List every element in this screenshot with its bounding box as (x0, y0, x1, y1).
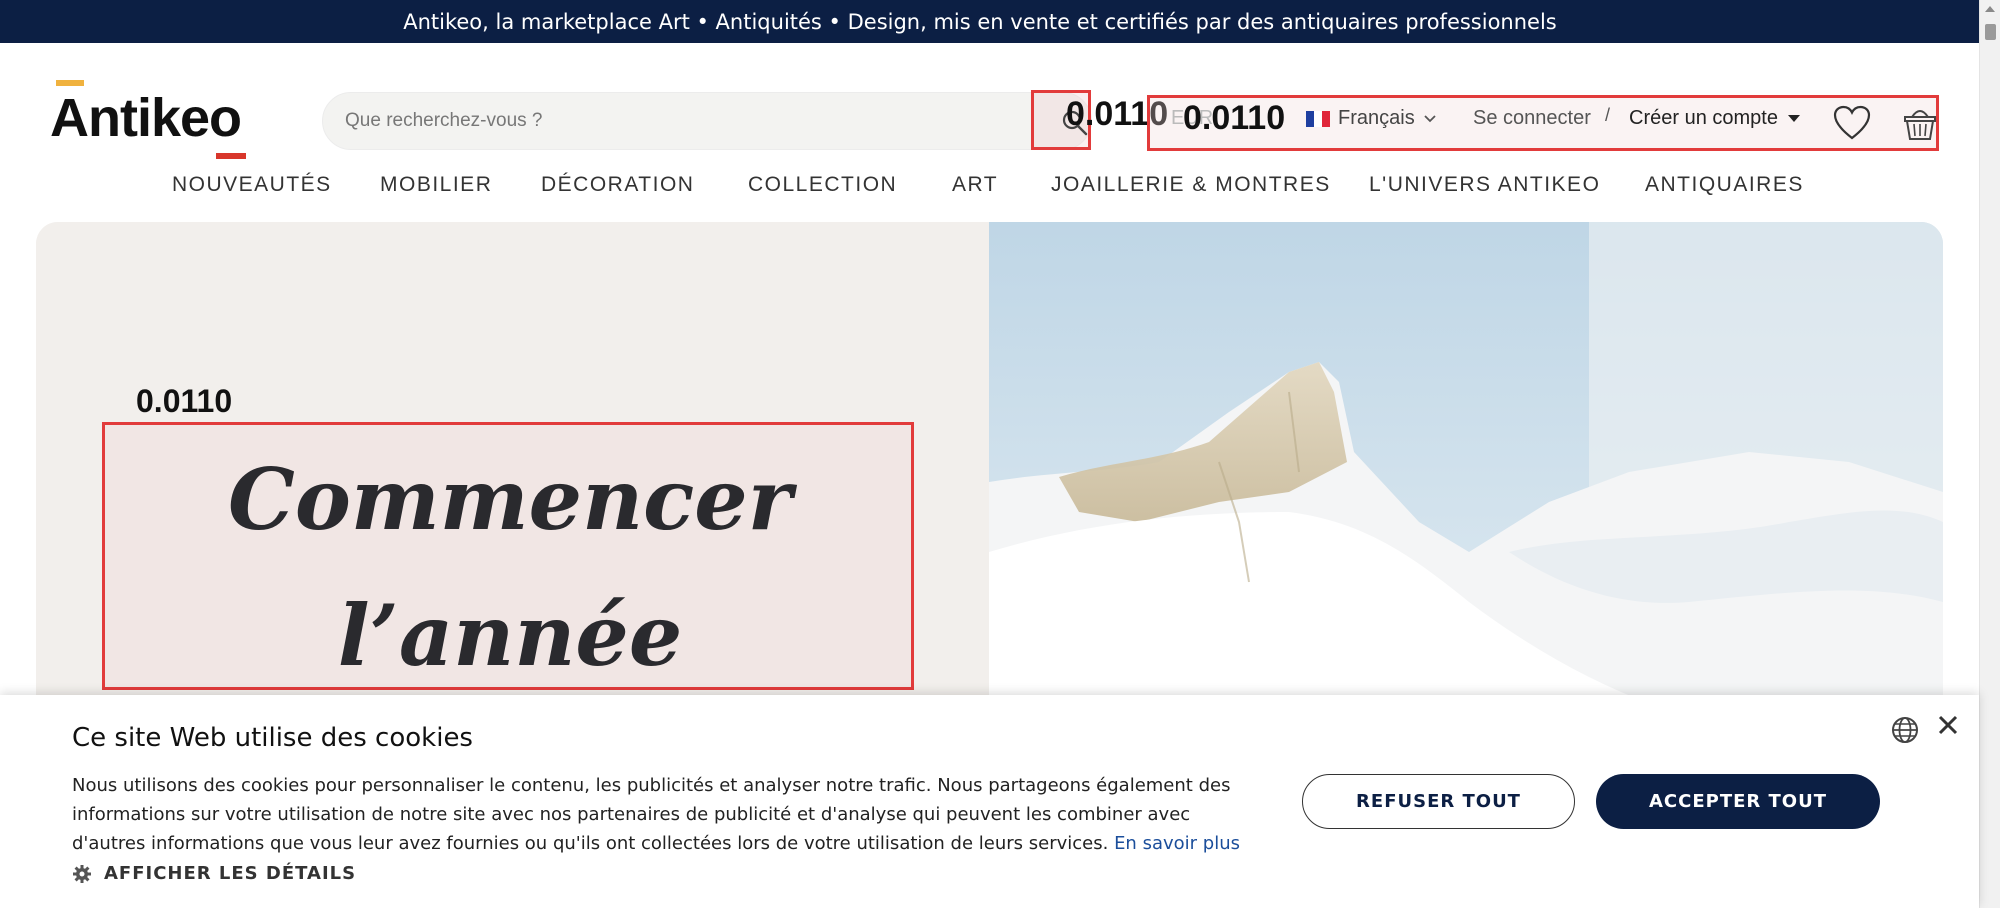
hero-banner[interactable]: Commencer l’année autrement (36, 222, 1943, 762)
cookie-consent-banner: Ce site Web utilise des cookies Nous uti… (0, 695, 1979, 908)
chevron-down-icon (1424, 114, 1436, 122)
gear-icon (73, 864, 91, 883)
hero-mountain-painting (989, 222, 1943, 762)
logo-accent-red (216, 153, 246, 159)
language-label: Français (1338, 107, 1415, 129)
nav-item-joaillerie-montres[interactable]: JOAILLERIE & MONTRES (1051, 173, 1331, 197)
nav-item-collection[interactable]: COLLECTION (748, 173, 897, 197)
search-input[interactable] (345, 93, 1025, 149)
cart-basket-icon[interactable] (1902, 103, 1938, 143)
language-selector[interactable]: Français (1306, 107, 1437, 130)
show-details-toggle[interactable]: AFFICHER LES DÉTAILS (72, 863, 356, 884)
cookie-description: Nous utilisons des cookies pour personna… (72, 771, 1252, 858)
language-globe-icon[interactable] (1890, 715, 1920, 745)
hero-headline-line1: Commencer (227, 450, 792, 549)
nav-item-nouveautes[interactable]: NOUVEAUTÉS (172, 173, 332, 197)
logo-accent-yellow (56, 80, 84, 86)
nav-item-mobilier[interactable]: MOBILIER (380, 173, 492, 197)
refuse-all-button[interactable]: REFUSER TOUT (1302, 774, 1575, 829)
announcement-bar: Antikeo, la marketplace Art • Antiquités… (0, 0, 2000, 43)
headline-score-label: 0.0110 (136, 383, 233, 419)
show-details-label: AFFICHER LES DÉTAILS (104, 863, 357, 884)
nav-item-antiquaires[interactable]: ANTIQUAIRES (1645, 173, 1804, 197)
search-bar (322, 92, 1092, 150)
french-flag-icon (1306, 110, 1330, 127)
cookie-description-text: Nous utilisons des cookies pour personna… (72, 775, 1231, 854)
wishlist-heart-icon[interactable] (1833, 105, 1871, 141)
create-account-menu[interactable]: Créer un compte (1629, 107, 1800, 130)
caret-down-icon (1787, 115, 1800, 122)
learn-more-link[interactable]: En savoir plus (1114, 833, 1240, 854)
nav-item-art[interactable]: ART (952, 173, 998, 197)
login-link[interactable]: Se connecter (1473, 107, 1591, 130)
mountain-painting-image (989, 222, 1943, 762)
nav-item-decoration[interactable]: DÉCORATION (541, 173, 694, 197)
accept-all-button[interactable]: ACCEPTER TOUT (1596, 774, 1880, 829)
main-navigation: NOUVEAUTÉS MOBILIER DÉCORATION COLLECTIO… (0, 173, 1979, 203)
account-separator: / (1605, 105, 1611, 125)
antikeo-logo[interactable]: Antikeo (50, 77, 250, 167)
cookie-title: Ce site Web utilise des cookies (72, 723, 473, 753)
create-account-label: Créer un compte (1629, 107, 1778, 129)
page-scrollbar[interactable] (1979, 0, 2000, 908)
logo-wordmark: Antikeo (50, 88, 242, 148)
header-actions-score-label: 0.0110 (1183, 99, 1286, 137)
nav-item-univers-antikeo[interactable]: L'UNIVERS ANTIKEO (1369, 173, 1600, 197)
announcement-text: Antikeo, la marketplace Art • Antiquités… (403, 9, 1557, 34)
scrollbar-thumb[interactable] (1985, 24, 1996, 40)
close-icon[interactable] (1936, 713, 1960, 737)
scroll-up-arrow-icon[interactable] (1985, 6, 1995, 12)
